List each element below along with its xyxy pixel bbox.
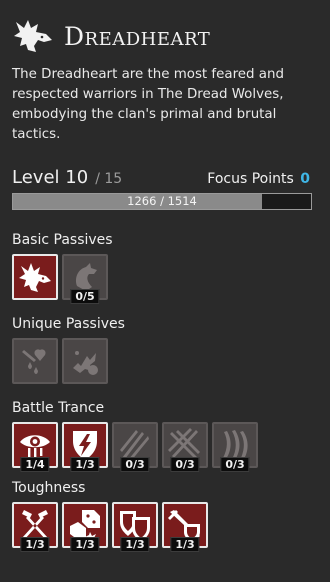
skill-rank-badge: 0/5	[70, 289, 100, 304]
wolf-head-icon	[19, 263, 51, 292]
wolf-head-icon	[14, 20, 52, 52]
skill-slot[interactable]: 0/3	[162, 422, 208, 472]
skill-rank-badge: 0/3	[120, 457, 150, 472]
skill-rank-badge: 1/3	[70, 537, 100, 552]
skill-row-unique-passives	[12, 338, 318, 386]
skill-slot[interactable]	[62, 338, 108, 384]
skill-slot[interactable]: 1/3	[112, 502, 158, 552]
section-title-basic-passives: Basic Passives	[12, 232, 113, 248]
skill-row-battle-trance: 1/4 1/3 0/3 0/3 0/3	[12, 422, 318, 472]
level-label: Level 10	[12, 167, 89, 188]
skill-slot[interactable]: 1/3	[12, 502, 58, 552]
skill-rank-badge: 1/3	[20, 537, 50, 552]
skill-rank-badge: 1/3	[70, 457, 100, 472]
focus-points: Focus Points 0	[207, 171, 310, 187]
section-title-battle-trance: Battle Trance	[12, 400, 105, 416]
skill-rank-badge: 1/4	[20, 457, 50, 472]
section-title-unique-passives: Unique Passives	[12, 316, 125, 332]
skill-rank-badge: 0/3	[170, 457, 200, 472]
skill-slot[interactable]: 0/3	[112, 422, 158, 472]
skill-slot[interactable]: 0/3	[212, 422, 258, 472]
skill-rank-badge: 1/3	[170, 537, 200, 552]
level-info: Level 10 / 15	[12, 167, 122, 188]
xp-bar: 1266 / 1514	[12, 193, 312, 210]
focus-points-value: 0	[300, 171, 310, 187]
skill-slot[interactable]	[12, 338, 58, 384]
focus-points-label: Focus Points	[207, 171, 294, 187]
xp-bar-text: 1266 / 1514	[127, 194, 197, 208]
skill-row-toughness: 1/3 1/3 1/3 1/3	[12, 502, 318, 552]
class-title: Dreadheart	[64, 21, 211, 51]
skill-rank-badge: 0/3	[220, 457, 250, 472]
class-description: The Dreadheart are the most feared and r…	[12, 67, 284, 142]
skill-slot[interactable]: 1/3	[162, 502, 208, 552]
skill-slot[interactable]: 0/5	[62, 254, 108, 304]
section-title-toughness: Toughness	[12, 480, 86, 496]
blood-splash-icon	[73, 351, 98, 375]
skill-slot[interactable]: 1/3	[62, 502, 108, 552]
skill-slot[interactable]: 1/3	[62, 422, 108, 472]
class-panel: Dreadheart The Dreadheart are the most f…	[0, 0, 330, 582]
skill-rank-badge: 1/3	[120, 537, 150, 552]
level-row: Level 10 / 15 Focus Points 0	[12, 167, 318, 189]
skill-slot[interactable]: 1/4	[12, 422, 58, 472]
skill-row-basic-passives: 0/5	[12, 254, 318, 304]
skill-slot[interactable]	[12, 254, 58, 300]
bleeding-heart-icon	[22, 349, 46, 374]
class-header: Dreadheart	[12, 10, 318, 62]
level-max: / 15	[95, 171, 123, 187]
